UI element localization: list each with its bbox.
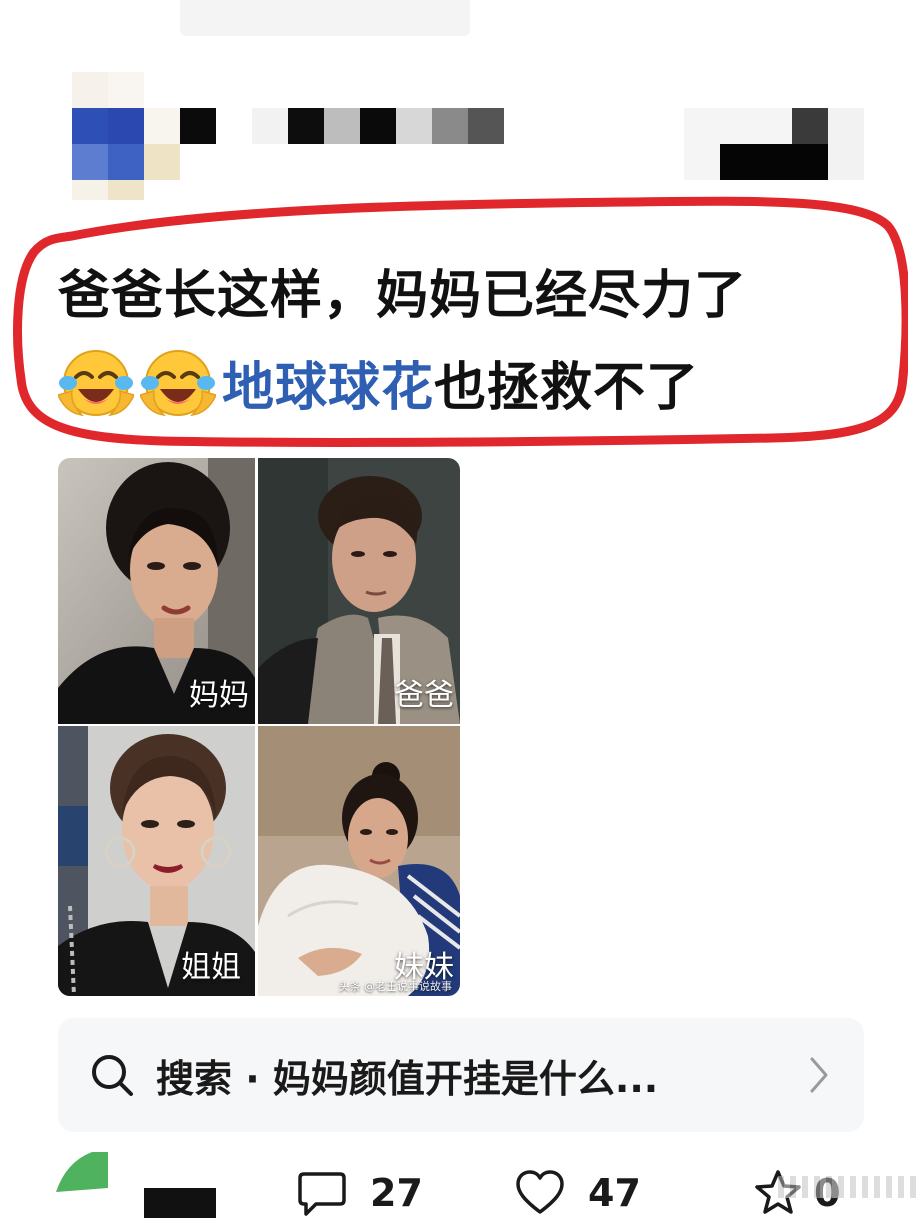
like-action[interactable]: 47 (514, 1168, 641, 1218)
redacted-username (144, 1188, 216, 1218)
comment-count: 27 (370, 1171, 423, 1215)
author-header-mosaic[interactable] (0, 0, 922, 200)
blurred-edge (778, 1176, 922, 1198)
heart-icon (516, 1170, 564, 1214)
photo-grid: 妈妈 爸爸 姐姐 妹妹 头条 @老王说事说故事 (58, 458, 460, 996)
comment-action[interactable]: 27 (296, 1168, 423, 1218)
post-caption: 爸爸长这样，妈妈已经尽力了 地球球花也拯救不了 (58, 250, 858, 434)
like-count: 47 (588, 1171, 641, 1215)
caption-line-1: 爸爸长这样，妈妈已经尽力了 (58, 266, 748, 326)
photo-father[interactable]: 爸爸 (258, 458, 460, 724)
caption-line-2-text: 也拯救不了 (434, 358, 700, 418)
search-suggestion-text: 搜索 · 妈妈颜值开挂是什么... (156, 1056, 659, 1101)
photo-younger-sister[interactable]: 妹妹 头条 @老王说事说故事 (258, 726, 460, 996)
photo-older-sister[interactable]: 姐姐 (58, 726, 255, 996)
photo-mother[interactable]: 妈妈 (58, 458, 255, 724)
hashtag-link[interactable]: 地球球花 (222, 358, 434, 418)
search-suggestion-bar[interactable]: 搜索 · 妈妈颜值开挂是什么... (58, 1018, 864, 1132)
comment-icon (298, 1172, 346, 1216)
post-action-bar: 27 47 0 (0, 1150, 922, 1229)
avatar-fragment (56, 1152, 108, 1192)
watermark-text: 头条 @老王说事说故事 (338, 980, 453, 993)
post-page: 爸爸长这样，妈妈已经尽力了 地球球花也拯救不了 妈妈 爸爸 姐姐 妹妹 头条 @… (0, 0, 922, 1229)
search-icon (92, 1055, 133, 1096)
laughing-crying-emoji-icon (140, 350, 216, 417)
caption-line-2: 地球球花也拯救不了 (58, 342, 858, 434)
laughing-crying-emoji-icon (58, 350, 134, 417)
photo-label: 姐姐 (181, 950, 241, 985)
chevron-right-icon (810, 1057, 828, 1093)
photo-label: 妈妈 (189, 678, 249, 713)
photo-label: 爸爸 (394, 678, 454, 713)
